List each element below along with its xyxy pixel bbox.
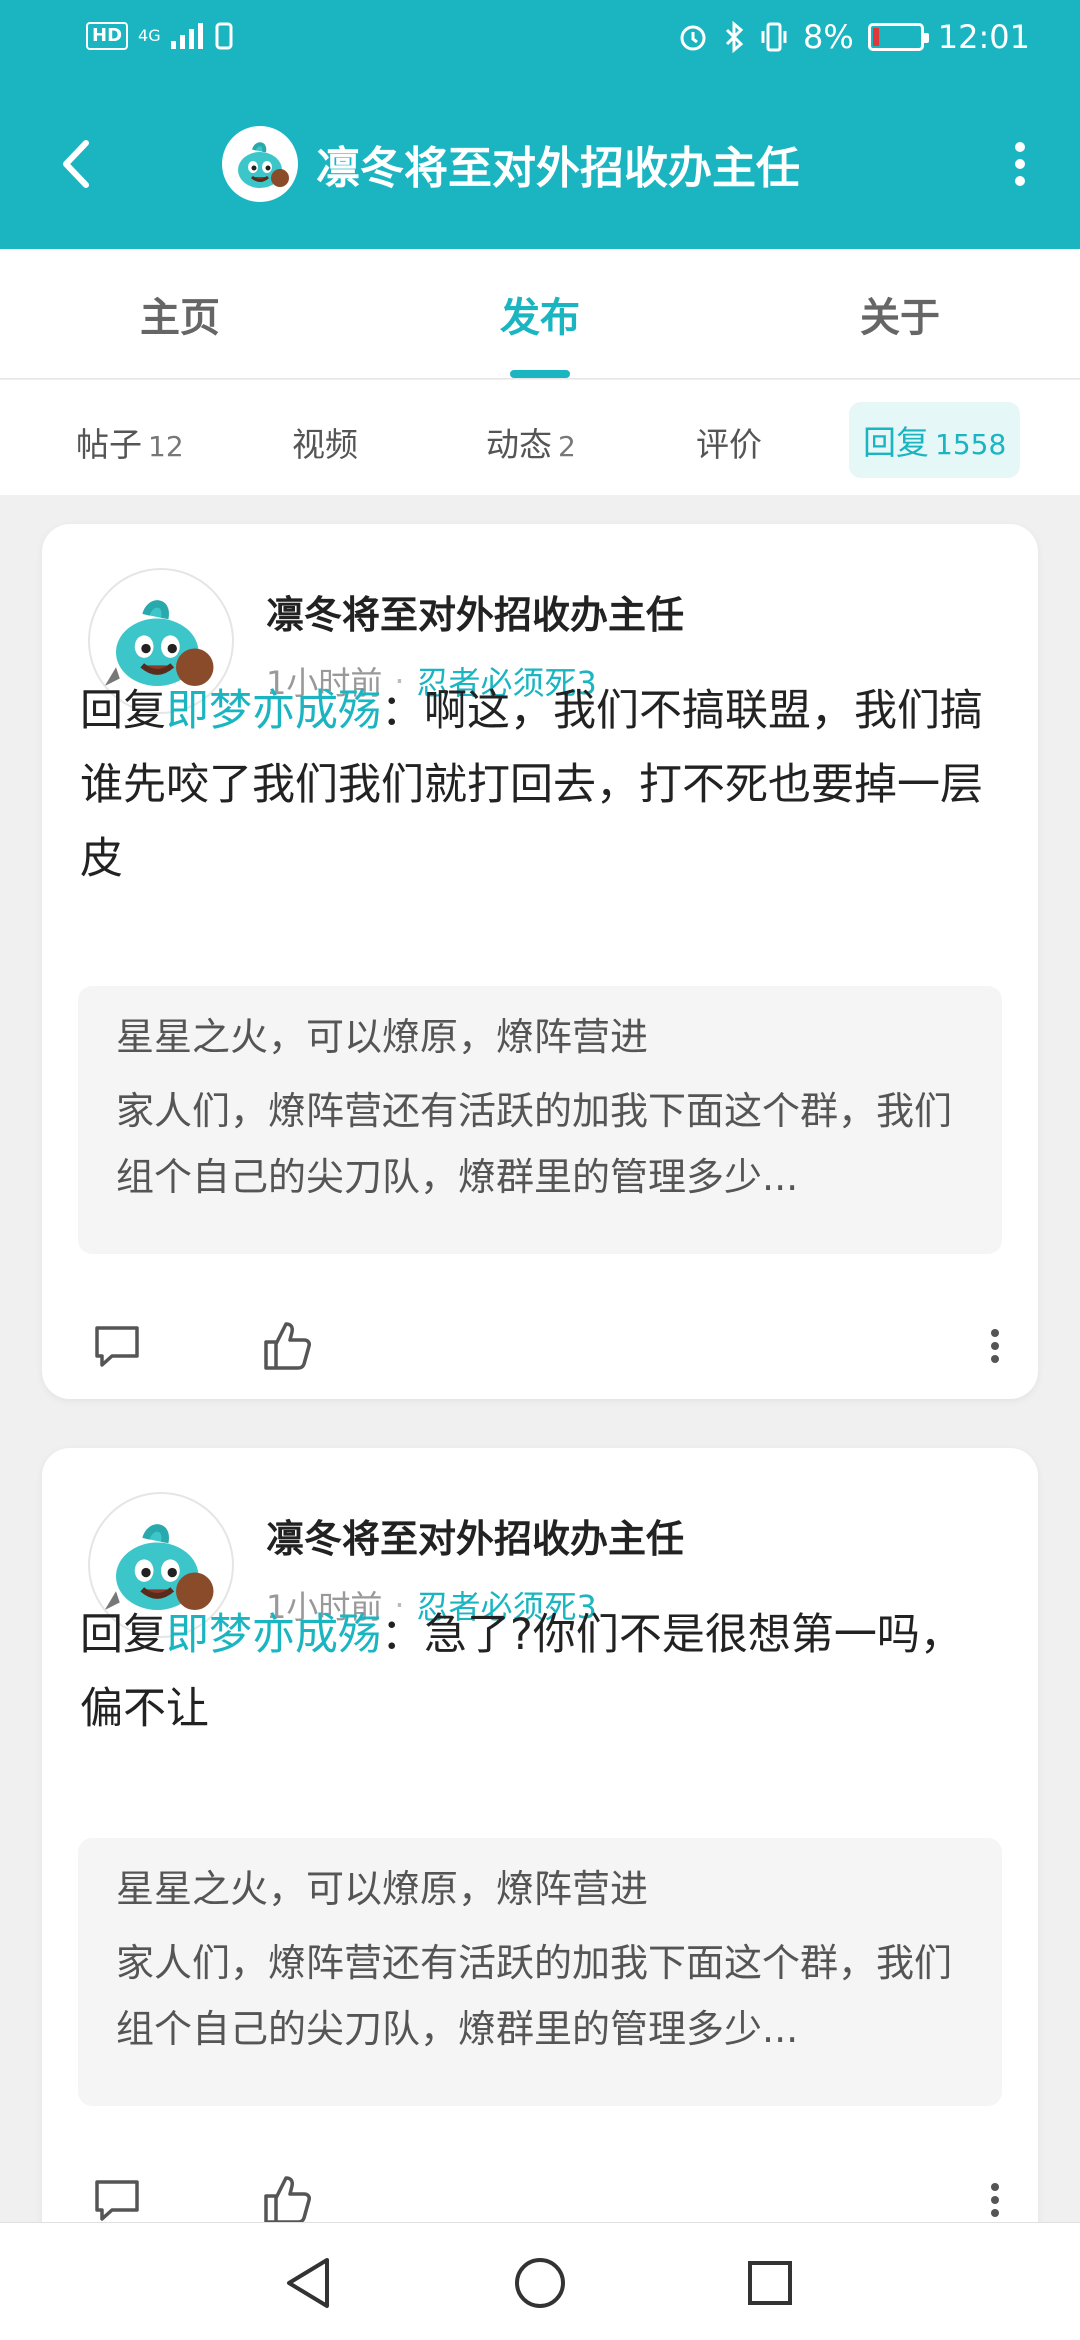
more-menu-button[interactable] [1000, 134, 1040, 194]
card-actions [42, 1314, 1038, 1384]
clock: 12:01 [937, 18, 1030, 56]
sim-icon [215, 22, 233, 50]
subtab-threads-label: 帖子 [76, 425, 142, 464]
more-vertical-icon [1015, 142, 1025, 186]
quoted-thread-excerpt: 家人们，燎阵营还有活跃的加我下面这个群，我们组个自己的尖刀队，燎群里的管理多少.… [116, 1089, 953, 1199]
app-header: HD 4G 8% 12:01 凛冬将至对外招收办主任 [0, 0, 1080, 249]
subtab-replies-label: 回复 [863, 423, 929, 462]
tab-about[interactable]: 关于 [860, 285, 940, 343]
circle-home-icon [515, 2258, 565, 2308]
subtab-moments-count: 2 [558, 430, 576, 463]
thumbs-up-icon [264, 2176, 311, 2224]
bluetooth-icon [725, 21, 744, 53]
subtab-reviews[interactable]: 评价 [696, 418, 762, 466]
quoted-thread[interactable]: 星星之火，可以燎原，燎阵营进 家人们，燎阵营还有活跃的加我下面这个群，我们组个自… [78, 1838, 1002, 2106]
nav-back-button[interactable] [278, 2253, 338, 2313]
comment-icon [95, 1326, 139, 1367]
reply-colon: ： [381, 686, 424, 736]
reply-card[interactable]: 凛冬将至对外招收办主任 1小时前 · 忍者必须死3 回复即梦亦成殇：急了?你们不… [42, 1448, 1038, 2340]
card-more-button[interactable] [990, 1328, 1000, 1368]
network-type: 4G [138, 26, 161, 45]
alarm-icon [680, 25, 706, 51]
quoted-thread-title: 星星之火，可以燎原，燎阵营进 [116, 1015, 649, 1059]
subtab-moments[interactable]: 动态 2 [486, 418, 576, 466]
reply-colon: ： [381, 1610, 424, 1660]
quoted-thread-title: 星星之火，可以燎原，燎阵营进 [116, 1867, 649, 1911]
mention-link[interactable]: 即梦亦成殇 [166, 686, 381, 736]
subtab-videos[interactable]: 视频 [292, 418, 358, 466]
subtab-replies-count: 1558 [935, 428, 1007, 461]
signal-icon [170, 23, 203, 49]
slime-mascot-icon [238, 142, 289, 188]
reply-text: 回复即梦亦成殇：啊这，我们不搞联盟，我们搞谁先咬了我们我们就打回去，打不死也要掉… [80, 674, 998, 896]
hd-badge: HD [86, 22, 129, 50]
tab-posts[interactable]: 发布 [500, 285, 580, 343]
square-recents-icon [748, 2261, 792, 2305]
subtab-threads-count: 12 [148, 430, 184, 463]
main-tabs: 主页 发布 关于 [0, 249, 1080, 379]
active-tab-indicator [510, 370, 570, 378]
card-more-button[interactable] [990, 2182, 1000, 2222]
subtab-replies[interactable]: 回复 1558 [849, 402, 1021, 478]
status-bar: HD 4G 8% 12:01 [0, 0, 1080, 80]
subtab-videos-label: 视频 [292, 425, 358, 464]
back-button[interactable] [46, 134, 106, 194]
tab-home[interactable]: 主页 [140, 285, 220, 343]
more-vertical-icon [991, 2183, 999, 2217]
author-name[interactable]: 凛冬将至对外招收办主任 [266, 1508, 684, 1563]
reply-prefix: 回复 [80, 686, 166, 736]
battery-icon [867, 23, 929, 51]
vibrate-icon [761, 22, 787, 52]
subtab-reviews-label: 评价 [696, 425, 762, 464]
header-avatar[interactable] [222, 126, 298, 202]
reply-card[interactable]: 凛冬将至对外招收办主任 1小时前 · 忍者必须死3 回复即梦亦成殇：啊这，我们不… [42, 524, 1038, 1399]
quoted-thread[interactable]: 星星之火，可以燎原，燎阵营进 家人们，燎阵营还有活跃的加我下面这个群，我们组个自… [78, 986, 1002, 1254]
thumbs-up-icon [264, 1322, 311, 1370]
nav-recents-button[interactable] [740, 2253, 800, 2313]
page-title: 凛冬将至对外招收办主任 [316, 143, 800, 194]
triangle-back-icon [287, 2258, 329, 2308]
reply-prefix: 回复 [80, 1610, 166, 1660]
quoted-thread-excerpt: 家人们，燎阵营还有活跃的加我下面这个群，我们组个自己的尖刀队，燎群里的管理多少.… [116, 1941, 953, 2051]
reply-text: 回复即梦亦成殇：急了?你们不是很想第一吗，偏不让 [80, 1598, 998, 1746]
sub-tabs: 帖子 12 视频 动态 2 评价 回复 1558 [0, 380, 1080, 495]
mention-link[interactable]: 即梦亦成殇 [166, 1610, 381, 1660]
author-name[interactable]: 凛冬将至对外招收办主任 [266, 584, 684, 639]
back-arrow-icon [63, 140, 89, 188]
subtab-moments-label: 动态 [486, 425, 552, 464]
subtab-threads[interactable]: 帖子 12 [76, 418, 184, 466]
comment-button[interactable] [92, 1322, 142, 1376]
like-button[interactable] [262, 1318, 314, 1376]
comment-icon [95, 2180, 139, 2221]
system-nav-bar [0, 2222, 1080, 2340]
nav-home-button[interactable] [510, 2253, 570, 2313]
more-vertical-icon [991, 1329, 999, 1363]
battery-percent: 8% [803, 18, 854, 56]
